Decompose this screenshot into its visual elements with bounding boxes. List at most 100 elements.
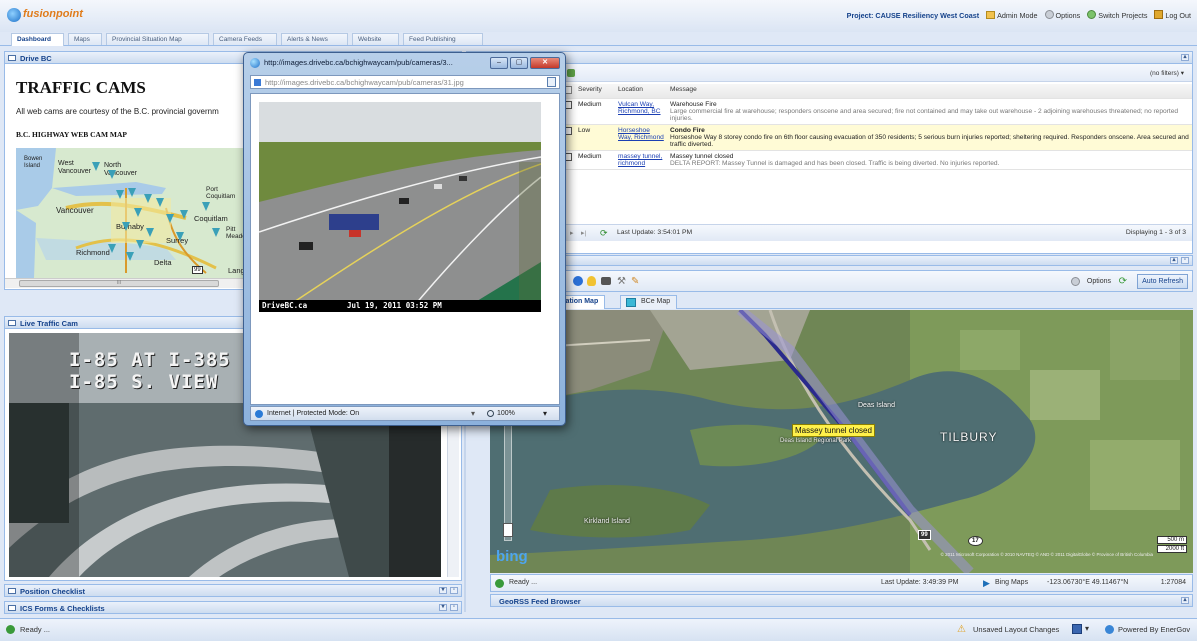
location-link[interactable]: Vulcan Way, Richmond, BC <box>618 101 661 115</box>
status-ready-text: Ready ... <box>20 625 51 634</box>
switch-projects-icon <box>1087 10 1097 19</box>
webcam-pin-icon[interactable] <box>92 162 100 171</box>
unsaved-layout-changes[interactable]: Unsaved Layout Changes <box>973 625 1059 634</box>
tab-camera-feeds[interactable]: Camera Feeds <box>213 33 277 45</box>
camera-icon[interactable] <box>601 277 611 285</box>
collapse-icon[interactable]: ▴ <box>1181 54 1189 61</box>
options-button[interactable]: Options <box>1056 11 1081 20</box>
maximize-icon[interactable]: ▫ <box>450 604 458 611</box>
next-page-icon[interactable]: ▸ <box>570 229 573 237</box>
map-options-button[interactable]: Options <box>1087 278 1111 285</box>
location-link[interactable]: Horseshoe Way, Richmond <box>618 127 664 141</box>
hscroll-thumb[interactable]: III <box>19 280 219 287</box>
drivebc-cam-graphic <box>259 102 541 312</box>
webcam-pin-icon[interactable] <box>202 202 210 211</box>
message-col-header[interactable]: Message <box>667 84 1192 99</box>
webcam-pin-icon[interactable] <box>212 228 220 237</box>
wrench-icon[interactable]: ⚒ <box>617 276 626 287</box>
situation-map[interactable]: Deas Island Deas Island Regional Park TI… <box>490 310 1193 573</box>
place-langley: Langley <box>228 266 244 275</box>
auto-refresh-button[interactable]: Auto Refresh <box>1137 274 1188 289</box>
webcam-pin-icon[interactable] <box>122 222 130 231</box>
webcam-pin-icon[interactable] <box>166 214 174 223</box>
table-row[interactable]: Low Horseshoe Way, Richmond Condo Fire Ho… <box>561 124 1192 151</box>
maximize-icon[interactable]: ▫ <box>1181 257 1189 264</box>
tab-dashboard[interactable]: Dashboard <box>11 33 64 46</box>
save-layout-icon[interactable] <box>1072 624 1082 634</box>
position-checklist-title: Position Checklist <box>20 587 86 596</box>
expand-icon[interactable]: ▾ <box>439 587 447 594</box>
message-title: Warehouse Fire <box>670 101 717 108</box>
admin-mode-button[interactable]: Admin Mode <box>997 11 1037 20</box>
bing-maps-label[interactable]: Bing Maps <box>995 579 1028 586</box>
drive-bc-hscroll[interactable]: III <box>5 278 245 288</box>
map-ready-icon <box>495 579 504 588</box>
zoom-chevron-down-icon[interactable]: ▾ <box>543 409 547 418</box>
webcam-pin-icon[interactable] <box>128 188 136 197</box>
table-row[interactable]: Medium Vulcan Way, Richmond, BC Warehous… <box>561 98 1192 125</box>
maximize-icon[interactable]: ▫ <box>450 587 458 594</box>
alerts-grid: Severity Location Message Medium Vulcan … <box>561 84 1192 170</box>
position-checklist-header[interactable]: Position Checklist ▾ ▫ <box>4 584 462 597</box>
ie-minimize-button[interactable]: – <box>490 57 508 69</box>
internet-zone-icon <box>255 410 263 418</box>
map-toolbar: ⚒ ✎ Options ⟳ Auto Refresh <box>466 270 1193 292</box>
place-vancouver: Vancouver <box>56 206 94 215</box>
severity-cell: Medium <box>575 98 615 125</box>
ie-zoom-level[interactable]: 100% <box>497 410 515 417</box>
place-port-coquitlam: Port Coquitlam <box>206 186 236 200</box>
ie-address-bar[interactable]: http://images.drivebc.ca/bchighwaycam/pu… <box>250 75 560 89</box>
last-page-icon[interactable]: ▸| <box>581 229 586 237</box>
webcam-pin-icon[interactable] <box>108 244 116 253</box>
webcam-pin-icon[interactable] <box>134 208 142 217</box>
webcam-pin-icon[interactable] <box>180 210 188 219</box>
ie-compat-icon[interactable] <box>547 77 556 87</box>
expand-icon[interactable]: ▾ <box>439 604 447 611</box>
webcam-pin-icon[interactable] <box>108 170 116 179</box>
ie-address-text[interactable]: http://images.drivebc.ca/bchighwaycam/pu… <box>265 78 464 87</box>
bulb-icon[interactable] <box>587 276 596 286</box>
zoom-slider-handle[interactable] <box>503 523 513 537</box>
ie-close-button[interactable]: ✕ <box>530 57 560 69</box>
georss-panel-header[interactable]: GeoRSS Feed Browser ▴ <box>490 594 1193 607</box>
alerts-paging-bar: ▸ ▸| ⟳ Last Update: 3:54:01 PM Displayin… <box>467 224 1192 241</box>
panel-icon <box>8 605 16 611</box>
table-row[interactable]: Medium massey tunnel, richmond Massey tu… <box>561 150 1192 170</box>
pencil-icon[interactable]: ✎ <box>631 276 639 287</box>
webcam-map[interactable]: Bowen Island West Vancouver North Vancou… <box>16 148 244 278</box>
webcam-pin-icon[interactable] <box>156 198 164 207</box>
tab-feed-publishing[interactable]: Feed Publishing <box>403 33 483 45</box>
switch-projects-button[interactable]: Switch Projects <box>1098 11 1147 20</box>
tab-bce-map[interactable]: BCe Map <box>620 295 678 309</box>
highway-map-title: B.C. HIGHWAY WEB CAM MAP <box>16 130 127 139</box>
webcam-pin-icon[interactable] <box>176 232 184 241</box>
webcam-pin-icon[interactable] <box>136 240 144 249</box>
ie-security-icon[interactable]: ▾ <box>471 409 475 418</box>
webcam-pin-icon[interactable] <box>146 228 154 237</box>
log-out-button[interactable]: Log Out <box>1165 11 1191 20</box>
filters-dropdown[interactable]: (no filters) ▾ <box>1150 69 1184 77</box>
tab-maps[interactable]: Maps <box>68 33 102 45</box>
app-status-bar: Ready ... ⚠ Unsaved Layout Changes ▾ Pow… <box>0 618 1197 641</box>
severity-col-header[interactable]: Severity <box>575 84 615 99</box>
save-chevron-down-icon[interactable]: ▾ <box>1085 624 1089 633</box>
tab-alerts-news[interactable]: Alerts & News <box>281 33 348 45</box>
webcam-pin-icon[interactable] <box>126 252 134 261</box>
tab-website[interactable]: Website <box>352 33 399 45</box>
ie-popup-window[interactable]: http://images.drivebc.ca/bchighwaycam/pu… <box>243 52 566 426</box>
map-tabs: ituation Map BCe Map <box>490 293 1193 309</box>
cam-caption-left: DriveBC.ca <box>262 301 308 310</box>
info-icon[interactable] <box>573 276 583 286</box>
location-link[interactable]: massey tunnel, richmond <box>618 153 662 167</box>
refresh-icon[interactable]: ⟳ <box>600 228 608 239</box>
location-col-header[interactable]: Location <box>615 84 667 99</box>
expand-icon[interactable]: ▴ <box>1181 597 1189 604</box>
ics-forms-header[interactable]: ICS Forms & Checklists ▾ ▫ <box>4 601 462 614</box>
webcam-pin-icon[interactable] <box>116 190 124 199</box>
tab-provincial-situation-map[interactable]: Provincial Situation Map <box>106 33 209 45</box>
expand-icon[interactable]: ▴ <box>1170 257 1178 264</box>
massey-tunnel-callout[interactable]: Massey tunnel closed <box>792 424 875 437</box>
webcam-pin-icon[interactable] <box>144 194 152 203</box>
bing-maps-icon: ▶ <box>983 578 990 588</box>
ie-maximize-button[interactable]: ▢ <box>510 57 528 69</box>
